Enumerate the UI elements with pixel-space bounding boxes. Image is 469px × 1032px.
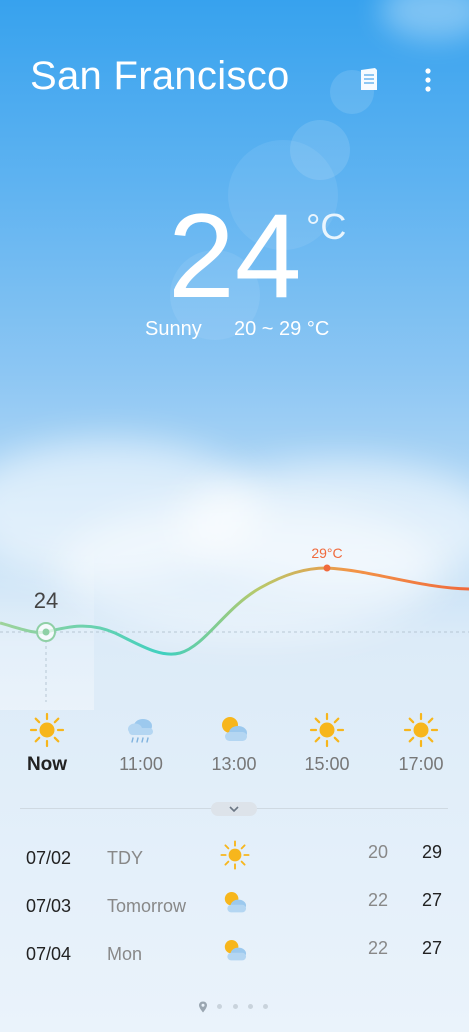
page-dot[interactable] [217,1004,223,1010]
temperature-range: 20 ~ 29 °C [234,318,330,340]
now-highlight-column [0,530,94,710]
hour-time: 11:00 [119,754,163,774]
forecast-high: 27 [422,890,443,910]
peak-temp-label: 29°C [311,545,342,561]
sun-icon [403,712,439,748]
daily-forecast-row[interactable]: 07/04 Mon 22 27 [0,934,469,974]
daily-forecast-row[interactable]: 07/03 Tomorrow 22 27 [0,886,469,926]
forecast-day: Mon [107,944,143,964]
hour-item[interactable]: 13:00 [189,712,279,775]
sun-glow [380,0,469,40]
forecast-low: 22 [368,890,389,910]
current-temp-label: 24 [34,588,58,613]
share-icon [361,68,377,90]
hour-time: 15:00 [304,754,350,774]
page-dot[interactable] [232,1004,238,1010]
partly-cloudy-icon [222,717,247,741]
hour-time: 13:00 [211,754,257,774]
expand-forecast-button[interactable] [211,802,257,816]
hour-item-now[interactable]: Now [2,712,92,776]
weather-screen: San Francisco 24 °C Sunny 20 ~ 29 °C 24 … [0,0,469,1032]
hour-item[interactable]: 15:00 [282,712,372,775]
more-vertical-icon [425,68,431,92]
page-indicator[interactable] [0,998,469,1016]
hourly-temperature-chart[interactable]: 24 29°C [0,530,469,710]
peak-temp-marker [323,564,331,572]
hour-item[interactable]: 17:00 [376,712,466,775]
forecast-date: 07/03 [26,896,72,916]
sun-icon [220,840,250,870]
partly-cloudy-icon [224,939,247,961]
hour-time: Now [26,754,68,775]
forecast-day: TDY [107,848,143,868]
hour-item[interactable]: 11:00 [96,712,186,775]
forecast-day: Tomorrow [107,896,187,916]
more-options-button[interactable] [414,64,442,96]
city-name[interactable]: San Francisco [30,54,290,99]
page-dot[interactable] [247,1004,253,1010]
forecast-high: 29 [422,842,443,862]
hour-time: 17:00 [398,754,444,774]
location-pin-icon [198,1001,207,1013]
temperature-unit: °C [306,206,347,247]
chevron-down-icon [229,806,239,813]
sun-icon [309,712,345,748]
current-temp-marker-center [42,628,50,636]
page-dot[interactable] [263,1004,269,1010]
daily-forecast-row[interactable]: 07/02 TDY 20 29 [0,838,469,878]
sun-icon [29,712,65,748]
forecast-date: 07/02 [26,848,72,868]
current-temperature: 24 [168,189,302,323]
weather-condition: Sunny [145,318,202,340]
forecast-low: 20 [368,842,389,862]
rain-cloud-icon [128,719,153,743]
forecast-date: 07/04 [26,944,72,964]
forecast-low: 22 [368,938,389,958]
partly-cloudy-icon [224,891,247,913]
forecast-high: 27 [422,938,443,958]
share-button[interactable] [356,64,384,96]
